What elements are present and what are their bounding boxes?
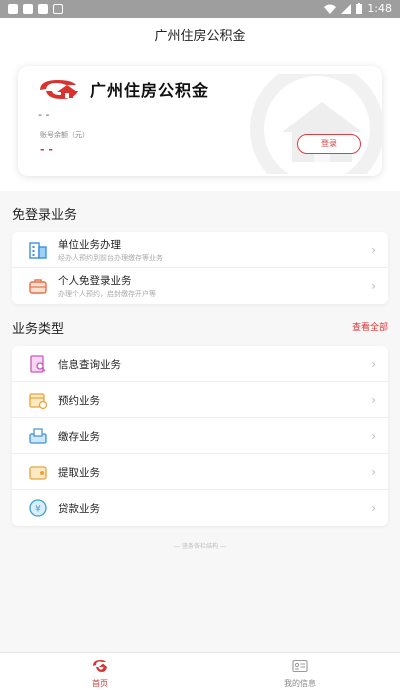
hero-area: 广州住房公积金 - - 账号余额（元） - - 登录	[0, 56, 400, 191]
notification-icon	[8, 4, 18, 14]
id-card-icon	[292, 659, 308, 673]
battery-icon	[356, 3, 363, 14]
item-desc: 经办人预约到前台办理缴存等业务	[58, 254, 163, 262]
brand-name: 广州住房公积金	[90, 81, 210, 100]
footnote: — 竖条各栏结构 —	[174, 543, 226, 550]
login-button[interactable]: 登录	[297, 134, 361, 154]
chevron-right-icon: ›	[371, 279, 376, 293]
tab-label: 我的信息	[284, 679, 316, 688]
list-item-loan[interactable]: ¥ 贷款业务 ›	[12, 490, 388, 526]
list-item-withdrawal[interactable]: 提取业务 ›	[12, 454, 388, 490]
chevron-right-icon: ›	[371, 393, 376, 407]
item-title: 信息查询业务	[58, 359, 121, 371]
wifi-icon	[324, 4, 337, 14]
deposit-icon	[29, 428, 47, 444]
item-title: 缴存业务	[58, 431, 100, 443]
wallet-icon	[29, 466, 47, 480]
document-search-icon	[30, 355, 46, 373]
business-types-list: 信息查询业务 › 预约业务 › 缴存业务 › 提取业务 › ¥ 贷款业务 ›	[12, 346, 388, 526]
item-title: 提取业务	[58, 467, 100, 479]
yuan-coin-icon: ¥	[29, 499, 47, 517]
page-title: 广州住房公积金	[0, 18, 400, 56]
signal-icon	[341, 3, 352, 14]
chevron-right-icon: ›	[371, 243, 376, 257]
chevron-right-icon: ›	[371, 357, 376, 371]
item-title: 贷款业务	[58, 503, 100, 515]
guest-services-list: 单位业务办理 经办人预约到前台办理缴存等业务 › 个人免登录业务 办理个人预约，…	[12, 232, 388, 304]
item-desc: 办理个人预约，启封缴存开户等	[58, 290, 156, 298]
notification-icon	[38, 4, 48, 14]
notification-icon	[23, 4, 33, 14]
chevron-right-icon: ›	[371, 429, 376, 443]
notification-icons	[8, 4, 63, 14]
house-watermark-icon	[250, 74, 382, 174]
tab-home[interactable]: 首页	[0, 653, 200, 690]
list-item-info-query[interactable]: 信息查询业务 ›	[12, 346, 388, 382]
status-bar: 1:48	[0, 0, 400, 18]
gz-housing-fund-logo	[40, 80, 78, 99]
view-all-link[interactable]: 查看全部	[352, 320, 388, 333]
calendar-icon	[29, 393, 48, 410]
chevron-right-icon: ›	[371, 465, 376, 479]
account-name: - -	[38, 108, 50, 121]
balance-value: - -	[40, 143, 53, 156]
status-time: 1:48	[367, 2, 392, 15]
briefcase-icon	[29, 279, 47, 294]
balance-label: 账号余额（元）	[40, 131, 89, 139]
tab-bar: 首页 我的信息	[0, 652, 400, 690]
home-logo-icon	[93, 660, 107, 672]
svg-text:¥: ¥	[35, 505, 41, 515]
account-card: 广州住房公积金 - - 账号余额（元） - - 登录	[18, 66, 382, 176]
list-item-appointment[interactable]: 预约业务 ›	[12, 382, 388, 418]
notification-icon	[53, 4, 63, 14]
chevron-right-icon: ›	[371, 501, 376, 515]
tab-my-info[interactable]: 我的信息	[200, 653, 400, 690]
building-icon	[29, 242, 47, 259]
business-section-title: 业务类型	[12, 322, 65, 337]
tab-label: 首页	[92, 679, 108, 688]
item-title: 单位业务办理	[58, 239, 121, 251]
item-title: 预约业务	[58, 395, 100, 407]
list-item-unit-business[interactable]: 单位业务办理 经办人预约到前台办理缴存等业务 ›	[12, 232, 388, 268]
list-item-personal-business[interactable]: 个人免登录业务 办理个人预约，启封缴存开户等 ›	[12, 268, 388, 304]
guest-section-title: 免登录业务	[12, 208, 78, 223]
item-title: 个人免登录业务	[58, 275, 132, 287]
list-item-deposit[interactable]: 缴存业务 ›	[12, 418, 388, 454]
